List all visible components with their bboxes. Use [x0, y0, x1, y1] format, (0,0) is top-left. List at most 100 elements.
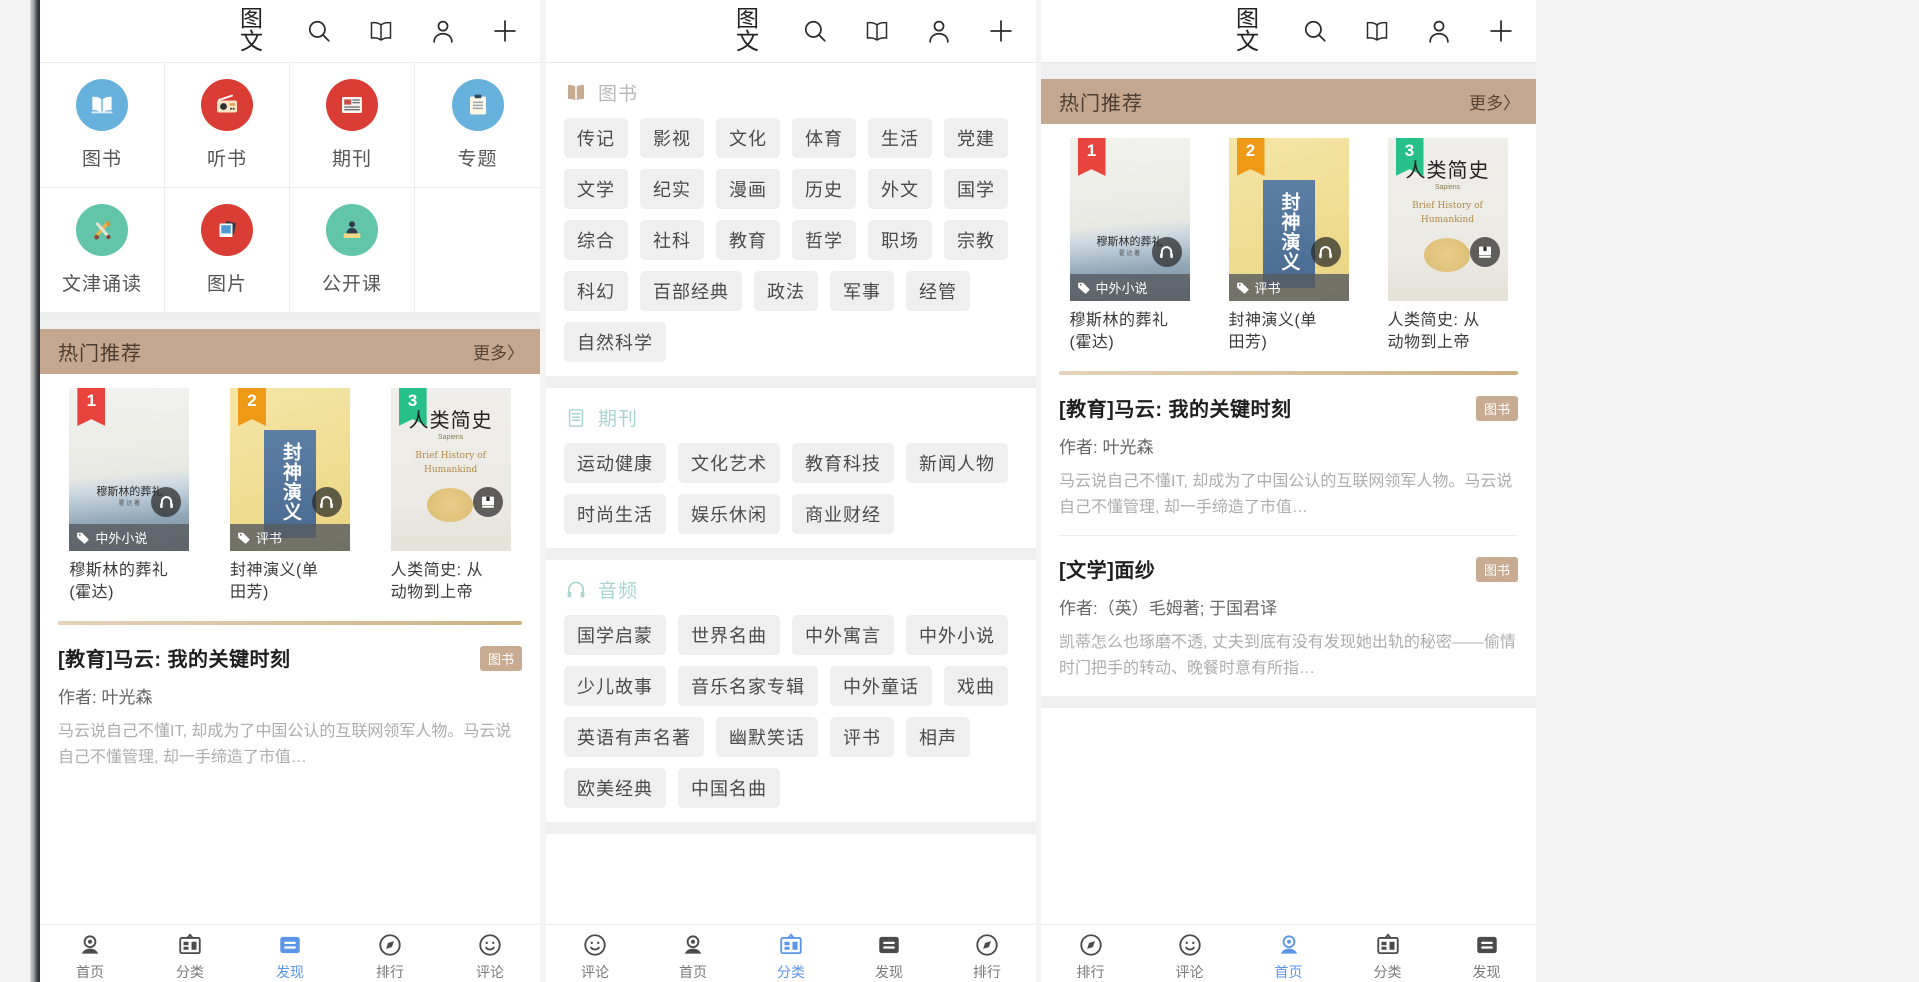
- nav-item-comment[interactable]: 评论: [440, 925, 540, 982]
- chip[interactable]: 相声: [906, 717, 970, 757]
- nav-item-category[interactable]: 分类: [742, 925, 840, 982]
- nav-item-home[interactable]: 首页: [644, 925, 742, 982]
- chip[interactable]: 政法: [754, 271, 818, 311]
- nav-item-category[interactable]: 分类: [1338, 925, 1437, 982]
- chip[interactable]: 幽默笑话: [716, 717, 818, 757]
- user-icon[interactable]: [1422, 14, 1456, 48]
- book-icon[interactable]: [1360, 14, 1394, 48]
- text-image-toggle-icon[interactable]: 图文: [240, 8, 274, 54]
- chip[interactable]: 综合: [564, 220, 628, 260]
- add-icon[interactable]: [488, 14, 522, 48]
- chip[interactable]: 国学启蒙: [564, 615, 666, 655]
- chip[interactable]: 评书: [830, 717, 894, 757]
- chip[interactable]: 英语有声名著: [564, 717, 704, 757]
- add-icon[interactable]: [1484, 14, 1518, 48]
- nav-item-rank[interactable]: 排行: [1041, 925, 1140, 982]
- chip[interactable]: 职场: [868, 220, 932, 260]
- book-cover: 2 封神演义 评书: [229, 388, 350, 551]
- chip[interactable]: 哲学: [792, 220, 856, 260]
- book-icon[interactable]: [364, 14, 398, 48]
- chip[interactable]: 戏曲: [944, 666, 1008, 706]
- chip[interactable]: 文化: [716, 118, 780, 158]
- chip[interactable]: 科幻: [564, 271, 628, 311]
- chip[interactable]: 生活: [868, 118, 932, 158]
- list-item[interactable]: [教育]马云: 我的关键时刻 图书 作者: 叶光森 马云说自己不懂IT, 却成为…: [1059, 375, 1518, 536]
- user-icon[interactable]: [922, 14, 956, 48]
- chip[interactable]: 娱乐休闲: [678, 494, 780, 534]
- entry-tile-audiobooks[interactable]: 听书: [165, 63, 290, 188]
- nav-item-discover[interactable]: 发现: [840, 925, 938, 982]
- chip[interactable]: 音乐名家专辑: [678, 666, 818, 706]
- nav-label: 发现: [1472, 964, 1501, 980]
- chip[interactable]: 外文: [868, 169, 932, 209]
- chip[interactable]: 军事: [830, 271, 894, 311]
- chip[interactable]: 宗教: [944, 220, 1008, 260]
- chip[interactable]: 纪实: [640, 169, 704, 209]
- book-card[interactable]: 2 封神演义 评书 封神演义(单 田芳): [229, 388, 350, 603]
- entry-tile-pictures[interactable]: 图片: [165, 188, 290, 313]
- chip[interactable]: 自然科学: [564, 322, 666, 362]
- chip[interactable]: 经管: [906, 271, 970, 311]
- comment-smiley-icon: [1175, 931, 1205, 959]
- add-icon[interactable]: [984, 14, 1018, 48]
- home-scroll-area-3[interactable]: 热门推荐 更多〉 1 穆斯林的葬礼 霍 达 著 中外小说 穆斯林的葬礼 (霍达)…: [1041, 63, 1536, 982]
- home-scroll-area[interactable]: 图书 听书 期刊 专题 文津诵读 图片 公开课 热门推荐 更多〉 1 穆斯林的葬…: [40, 62, 540, 982]
- list-item[interactable]: [教育]马云: 我的关键时刻 图书 作者: 叶光森 马云说自己不懂IT, 却成为…: [58, 625, 522, 785]
- entry-tile-recitation[interactable]: 文津诵读: [40, 188, 165, 313]
- chip[interactable]: 商业财经: [792, 494, 894, 534]
- chip[interactable]: 漫画: [716, 169, 780, 209]
- chip[interactable]: 文化艺术: [678, 443, 780, 483]
- nav-item-comment[interactable]: 评论: [1140, 925, 1239, 982]
- chip[interactable]: 中外寓言: [792, 615, 894, 655]
- chip[interactable]: 教育科技: [792, 443, 894, 483]
- nav-label: 分类: [777, 964, 805, 980]
- entry-tile-periodicals[interactable]: 期刊: [290, 63, 415, 188]
- book-card[interactable]: 3 人类简史 Sapiens Brief History of Humankin…: [1387, 138, 1508, 353]
- nav-item-category[interactable]: 分类: [140, 925, 240, 982]
- chip[interactable]: 体育: [792, 118, 856, 158]
- book-card[interactable]: 1 穆斯林的葬礼 霍 达 著 中外小说 穆斯林的葬礼 (霍达): [1069, 138, 1190, 353]
- chip[interactable]: 世界名曲: [678, 615, 780, 655]
- search-icon[interactable]: [798, 14, 832, 48]
- category-scroll-area[interactable]: 图书 传记 影视 文化 体育 生活 党建 文学 纪实 漫画 历史 外文 国学 综…: [546, 63, 1036, 982]
- chip[interactable]: 欧美经典: [564, 768, 666, 808]
- hot-recommend-more-link[interactable]: 更多〉: [473, 339, 524, 364]
- nav-item-discover[interactable]: 发现: [1437, 925, 1536, 982]
- user-icon[interactable]: [426, 14, 460, 48]
- nav-item-discover[interactable]: 发现: [240, 925, 340, 982]
- entry-tile-topics[interactable]: 专题: [415, 63, 540, 188]
- chip[interactable]: 教育: [716, 220, 780, 260]
- chip[interactable]: 文学: [564, 169, 628, 209]
- chip[interactable]: 社科: [640, 220, 704, 260]
- nav-item-rank[interactable]: 排行: [938, 925, 1036, 982]
- chip[interactable]: 传记: [564, 118, 628, 158]
- search-icon[interactable]: [302, 14, 336, 48]
- chip[interactable]: 历史: [792, 169, 856, 209]
- chip[interactable]: 新闻人物: [906, 443, 1008, 483]
- nav-item-rank[interactable]: 排行: [340, 925, 440, 982]
- book-card[interactable]: 1 穆斯林的葬礼 霍 达 著 中外小说 穆斯林的葬礼 (霍达): [69, 388, 190, 603]
- text-image-toggle-icon[interactable]: 图文: [736, 8, 770, 54]
- book-card[interactable]: 3 人类简史 Sapiens Brief History of Humankin…: [390, 388, 511, 603]
- chip[interactable]: 国学: [944, 169, 1008, 209]
- search-icon[interactable]: [1298, 14, 1332, 48]
- chip[interactable]: 影视: [640, 118, 704, 158]
- nav-item-comment[interactable]: 评论: [546, 925, 644, 982]
- entry-tile-open-courses[interactable]: 公开课: [290, 188, 415, 313]
- chip[interactable]: 百部经典: [640, 271, 742, 311]
- chip[interactable]: 党建: [944, 118, 1008, 158]
- chip[interactable]: 中外童话: [830, 666, 932, 706]
- entry-tile-books[interactable]: 图书: [40, 63, 165, 188]
- nav-item-home[interactable]: 首页: [1239, 925, 1338, 982]
- text-image-toggle-icon[interactable]: 图文: [1236, 8, 1270, 54]
- chip[interactable]: 中外小说: [906, 615, 1008, 655]
- chip[interactable]: 少儿故事: [564, 666, 666, 706]
- book-icon[interactable]: [860, 14, 894, 48]
- list-item[interactable]: [文学]面纱 图书 作者:（英）毛姆著; 于国君译 凯蒂怎么也琢磨不透, 丈夫到…: [1059, 536, 1518, 696]
- book-card[interactable]: 2 封神演义 评书 封神演义(单 田芳): [1228, 138, 1349, 353]
- chip[interactable]: 时尚生活: [564, 494, 666, 534]
- nav-item-home[interactable]: 首页: [40, 925, 140, 982]
- chip[interactable]: 中国名曲: [678, 768, 780, 808]
- hot-recommend-more-link[interactable]: 更多〉: [1469, 89, 1520, 114]
- chip[interactable]: 运动健康: [564, 443, 666, 483]
